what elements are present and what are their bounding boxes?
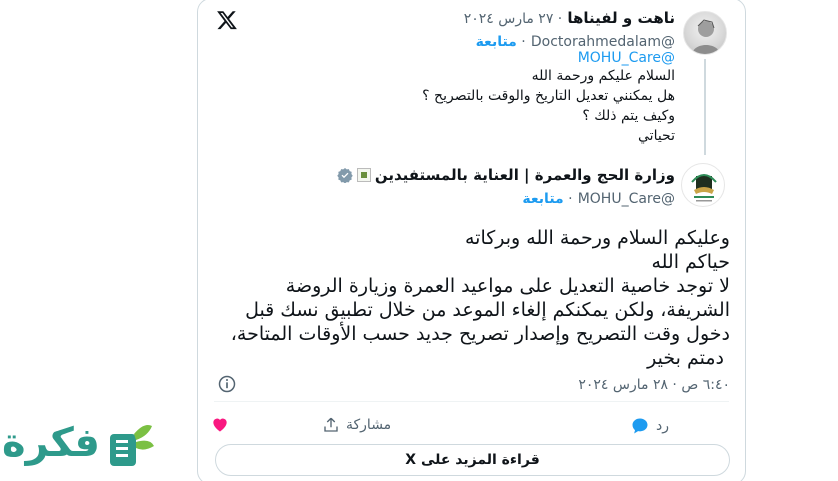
reply-tweet-text: وعليكم السلام ورحمة الله وبركاته حياكم ا… (231, 226, 730, 370)
verified-badge-icon (337, 168, 353, 183)
reply-label: رد (656, 418, 669, 434)
thread-connector (704, 59, 706, 155)
reply-action[interactable]: رد (630, 416, 669, 436)
quoted-follow-button[interactable]: متابعة (476, 34, 517, 50)
fikra-watermark-text: فكرة (2, 420, 100, 466)
share-action[interactable]: مشاركة (322, 416, 391, 434)
read-more-on-x-button[interactable]: قراءة المزيد على X (215, 444, 730, 476)
share-upload-icon (324, 417, 338, 432)
main-author-name[interactable]: وزارة الحج والعمرة | العناية بالمستفيدين (375, 166, 675, 184)
quoted-date[interactable]: · ٢٧ مارس ٢٠٢٤ (464, 11, 563, 27)
reply-line: دخول وقت التصريح وإصدار تصريح جديد حسب ا… (230, 323, 730, 345)
reply-line: دمتم بخير (647, 347, 724, 369)
quoted-handle[interactable]: @Doctorahmedalam (531, 34, 675, 50)
quoted-author-avatar[interactable] (683, 11, 727, 55)
dot-separator: · (516, 34, 526, 50)
ministry-badge-icon (356, 168, 371, 182)
ministry-logo-avatar[interactable] (681, 163, 725, 207)
reply-line: وعليكم السلام ورحمة الله وبركاته (464, 227, 730, 249)
quoted-line: تحياتي (638, 128, 675, 144)
x-logo-icon[interactable] (216, 9, 238, 31)
main-handle-row: @MOHU_Care · متابعة (522, 188, 675, 207)
quoted-handle-row: @Doctorahmedalam · متابعة (476, 31, 675, 50)
dot-separator: · (563, 191, 573, 207)
reply-line: لا توجد خاصية التعديل على مواعيد العمرة … (285, 275, 730, 297)
quoted-line: السلام عليكم ورحمة الله (531, 68, 675, 84)
tweet-card: ناهت و لفيناها · ٢٧ مارس ٢٠٢٤ @Doctorahm… (197, 0, 746, 481)
divider (214, 401, 729, 402)
reply-line: حياكم الله (651, 251, 730, 273)
quoted-line: وكيف يتم ذلك ؟ (582, 108, 675, 124)
quoted-tweet-text: @MOHU_Care السلام عليكم ورحمة الله هل يم… (422, 50, 675, 146)
timestamp[interactable]: ٦:٤٠ ص · ٢٨ مارس ٢٠٢٤ (578, 374, 730, 393)
like-heart-icon[interactable] (210, 414, 230, 434)
reply-bubble-icon (632, 418, 648, 434)
ministry-logo-icon (691, 174, 717, 202)
info-icon[interactable] (217, 374, 237, 394)
share-label: مشاركة (346, 417, 392, 433)
quoted-line: هل يمكنني تعديل التاريخ والوقت بالتصريح … (422, 88, 675, 104)
main-handle[interactable]: @MOHU_Care (578, 191, 675, 207)
quoted-mention-link[interactable]: @MOHU_Care (422, 50, 675, 66)
quoted-author-name[interactable]: ناهت و لفيناها (567, 9, 675, 27)
quoted-header: ناهت و لفيناها · ٢٧ مارس ٢٠٢٤ (464, 8, 675, 27)
person-sketch-icon (692, 19, 720, 54)
main-header: وزارة الحج والعمرة | العناية بالمستفيدين (337, 166, 675, 184)
reply-line: الشريفة، ولكن يمكنكم إلغاء الموعد من خلا… (245, 299, 730, 321)
main-follow-button[interactable]: متابعة (522, 191, 563, 207)
